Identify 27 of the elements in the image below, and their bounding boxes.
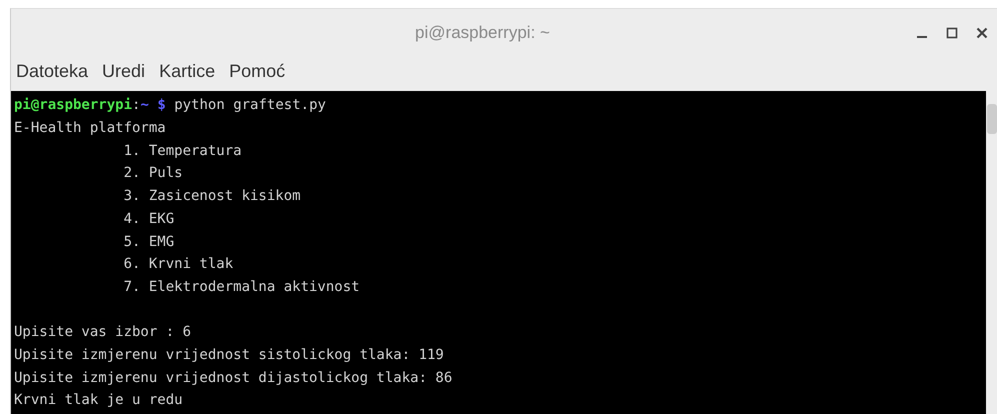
prompt-path: ~ (140, 97, 149, 114)
prompt-symbol: $ (157, 97, 166, 114)
terminal-output-line: 7. Elektrodermalna aktivnost (122, 278, 360, 295)
terminal-output-line: 4. EKG (122, 210, 174, 227)
maximize-icon (946, 27, 958, 40)
terminal-output-line: Upisite vas izbor : 6 (14, 324, 192, 340)
terminal-output-line: 6. Krvni tlak (122, 256, 234, 272)
terminal-output-line: Upisite izmjerenu vrijednost sistolickog tlaka: 119 (14, 346, 444, 363)
menu-item[interactable]: Kartice (156, 61, 218, 82)
terminal-output-line: Upisite izmjerenu vrijednost dijastolickog tlaka: 86 (14, 370, 452, 386)
terminal-output-line: 2. Puls (122, 165, 183, 182)
prompt-separator: : (132, 97, 140, 114)
maximize-button[interactable] (944, 25, 960, 42)
menu-item[interactable]: Uredi (99, 61, 148, 82)
close-icon (976, 27, 988, 40)
terminal-output-line: 1. Temperatura (122, 142, 242, 159)
terminal-command: python graftest.py (174, 97, 326, 114)
menu-item[interactable]: Pomoć (226, 61, 288, 82)
window-title: pi@raspberrypi: ~ (415, 23, 550, 42)
scrollbar-thumb[interactable] (987, 104, 997, 134)
minimize-icon (917, 36, 927, 38)
terminal-output-line: Krvni tlak je u redu (14, 392, 183, 408)
terminal-output-line: E-Health platforma (14, 120, 166, 136)
prompt-user-host: pi@raspberrypi (14, 97, 132, 114)
terminal-output-line: 5. EMG (122, 234, 174, 250)
terminal-output-line: 3. Zasicenost kisikom (122, 188, 301, 204)
menu-item[interactable]: Datoteka (13, 61, 92, 82)
